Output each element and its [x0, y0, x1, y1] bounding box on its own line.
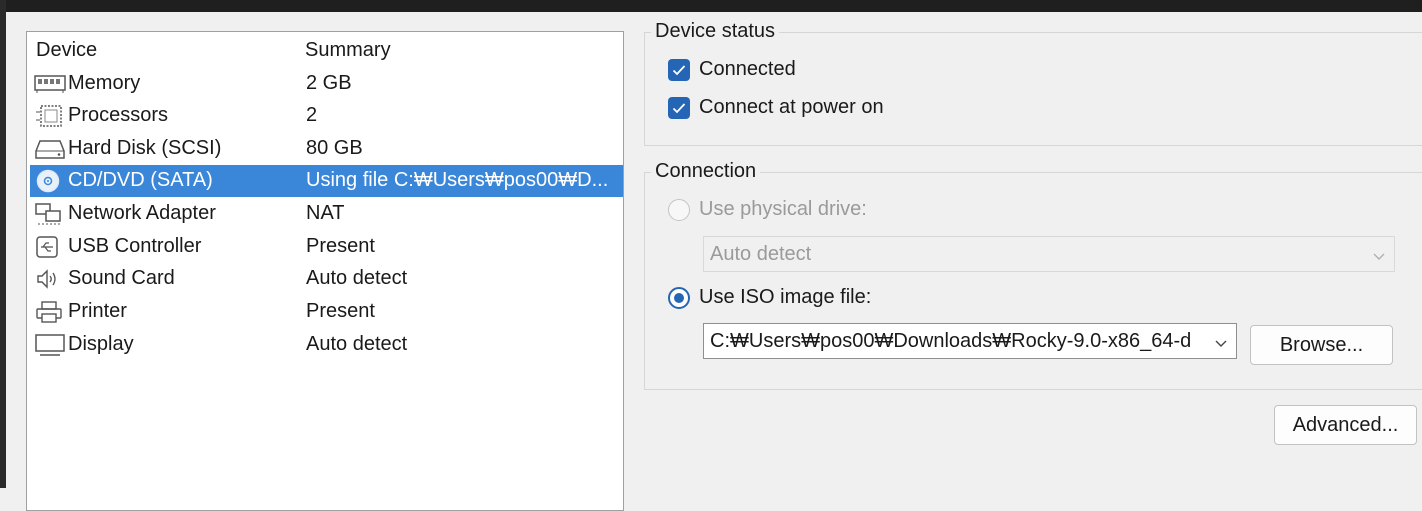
device-summary: Auto detect: [306, 267, 408, 289]
device-summary: Auto detect: [306, 333, 408, 355]
physical-drive-select-value: Auto detect: [710, 243, 812, 265]
device-summary: 2: [306, 104, 318, 126]
browse-button[interactable]: Browse...: [1250, 325, 1393, 365]
processor-icon: [34, 104, 66, 128]
chevron-down-icon: [1372, 246, 1386, 269]
device-row-cd-dvd[interactable]: CD/DVD (SATA) Using file C:₩Users₩pos00₩…: [30, 165, 623, 197]
device-list-header: Device Summary: [27, 32, 623, 68]
device-name: CD/DVD (SATA): [68, 169, 213, 191]
vm-settings-window: Device Summary Memory 2 GB Processors 2 …: [6, 12, 1422, 511]
usb-icon: [34, 235, 66, 259]
device-name: Hard Disk (SCSI): [68, 137, 222, 159]
connected-label[interactable]: Connected: [699, 58, 796, 81]
device-summary: NAT: [306, 202, 345, 224]
device-name: Processors: [68, 104, 169, 126]
column-header-summary[interactable]: Summary: [305, 39, 391, 62]
device-name: Sound Card: [68, 267, 175, 289]
iso-path-value[interactable]: C:₩Users₩pos00₩Downloads₩Rocky-9.0-x86_6…: [710, 330, 1206, 353]
use-physical-drive-label[interactable]: Use physical drive:: [699, 198, 867, 221]
device-row-hard-disk[interactable]: Hard Disk (SCSI) 80 GB: [30, 133, 623, 165]
use-physical-drive-radio[interactable]: [668, 199, 690, 221]
device-name: Network Adapter: [68, 202, 216, 224]
use-iso-image-radio[interactable]: [668, 287, 690, 309]
display-icon: [34, 333, 66, 357]
iso-path-combobox[interactable]: C:₩Users₩pos00₩Downloads₩Rocky-9.0-x86_6…: [703, 323, 1237, 359]
advanced-button[interactable]: Advanced...: [1274, 405, 1417, 445]
connect-at-power-on-label[interactable]: Connect at power on: [699, 96, 884, 119]
printer-icon: [34, 300, 66, 324]
device-name: Display: [68, 333, 134, 355]
device-name: Printer: [68, 300, 127, 322]
device-status-group: [644, 32, 1422, 146]
device-summary: Using file C:₩Users₩pos00₩D...: [306, 169, 609, 191]
device-row-sound-card[interactable]: Sound Card Auto detect: [30, 263, 623, 295]
device-list[interactable]: Device Summary Memory 2 GB Processors 2 …: [26, 31, 624, 511]
connection-title: Connection: [651, 160, 761, 183]
connected-checkbox[interactable]: [668, 59, 690, 81]
device-status-title: Device status: [651, 20, 780, 43]
device-row-display[interactable]: Display Auto detect: [30, 329, 623, 361]
device-row-usb-controller[interactable]: USB Controller Present: [30, 231, 623, 263]
network-adapter-icon: [34, 202, 66, 226]
cd-dvd-icon: [34, 169, 66, 193]
connect-at-power-on-checkbox[interactable]: [668, 97, 690, 119]
device-summary: 80 GB: [306, 137, 363, 159]
column-header-device[interactable]: Device: [36, 39, 97, 62]
use-iso-image-label[interactable]: Use ISO image file:: [699, 286, 871, 309]
device-name: Memory: [68, 72, 141, 94]
device-row-network-adapter[interactable]: Network Adapter NAT: [30, 198, 623, 230]
physical-drive-select[interactable]: Auto detect: [703, 236, 1395, 272]
device-name: USB Controller: [68, 235, 202, 257]
device-summary: 2 GB: [306, 72, 352, 94]
speaker-icon: [34, 267, 66, 291]
chevron-down-icon[interactable]: [1214, 333, 1228, 356]
window-top-edge: [0, 0, 1422, 12]
hard-disk-icon: [34, 137, 66, 161]
device-summary: Present: [306, 300, 375, 322]
memory-icon: [34, 72, 66, 96]
device-row-processors[interactable]: Processors 2: [30, 100, 623, 132]
device-row-memory[interactable]: Memory 2 GB: [30, 68, 623, 100]
device-row-printer[interactable]: Printer Present: [30, 296, 623, 328]
device-summary: Present: [306, 235, 375, 257]
